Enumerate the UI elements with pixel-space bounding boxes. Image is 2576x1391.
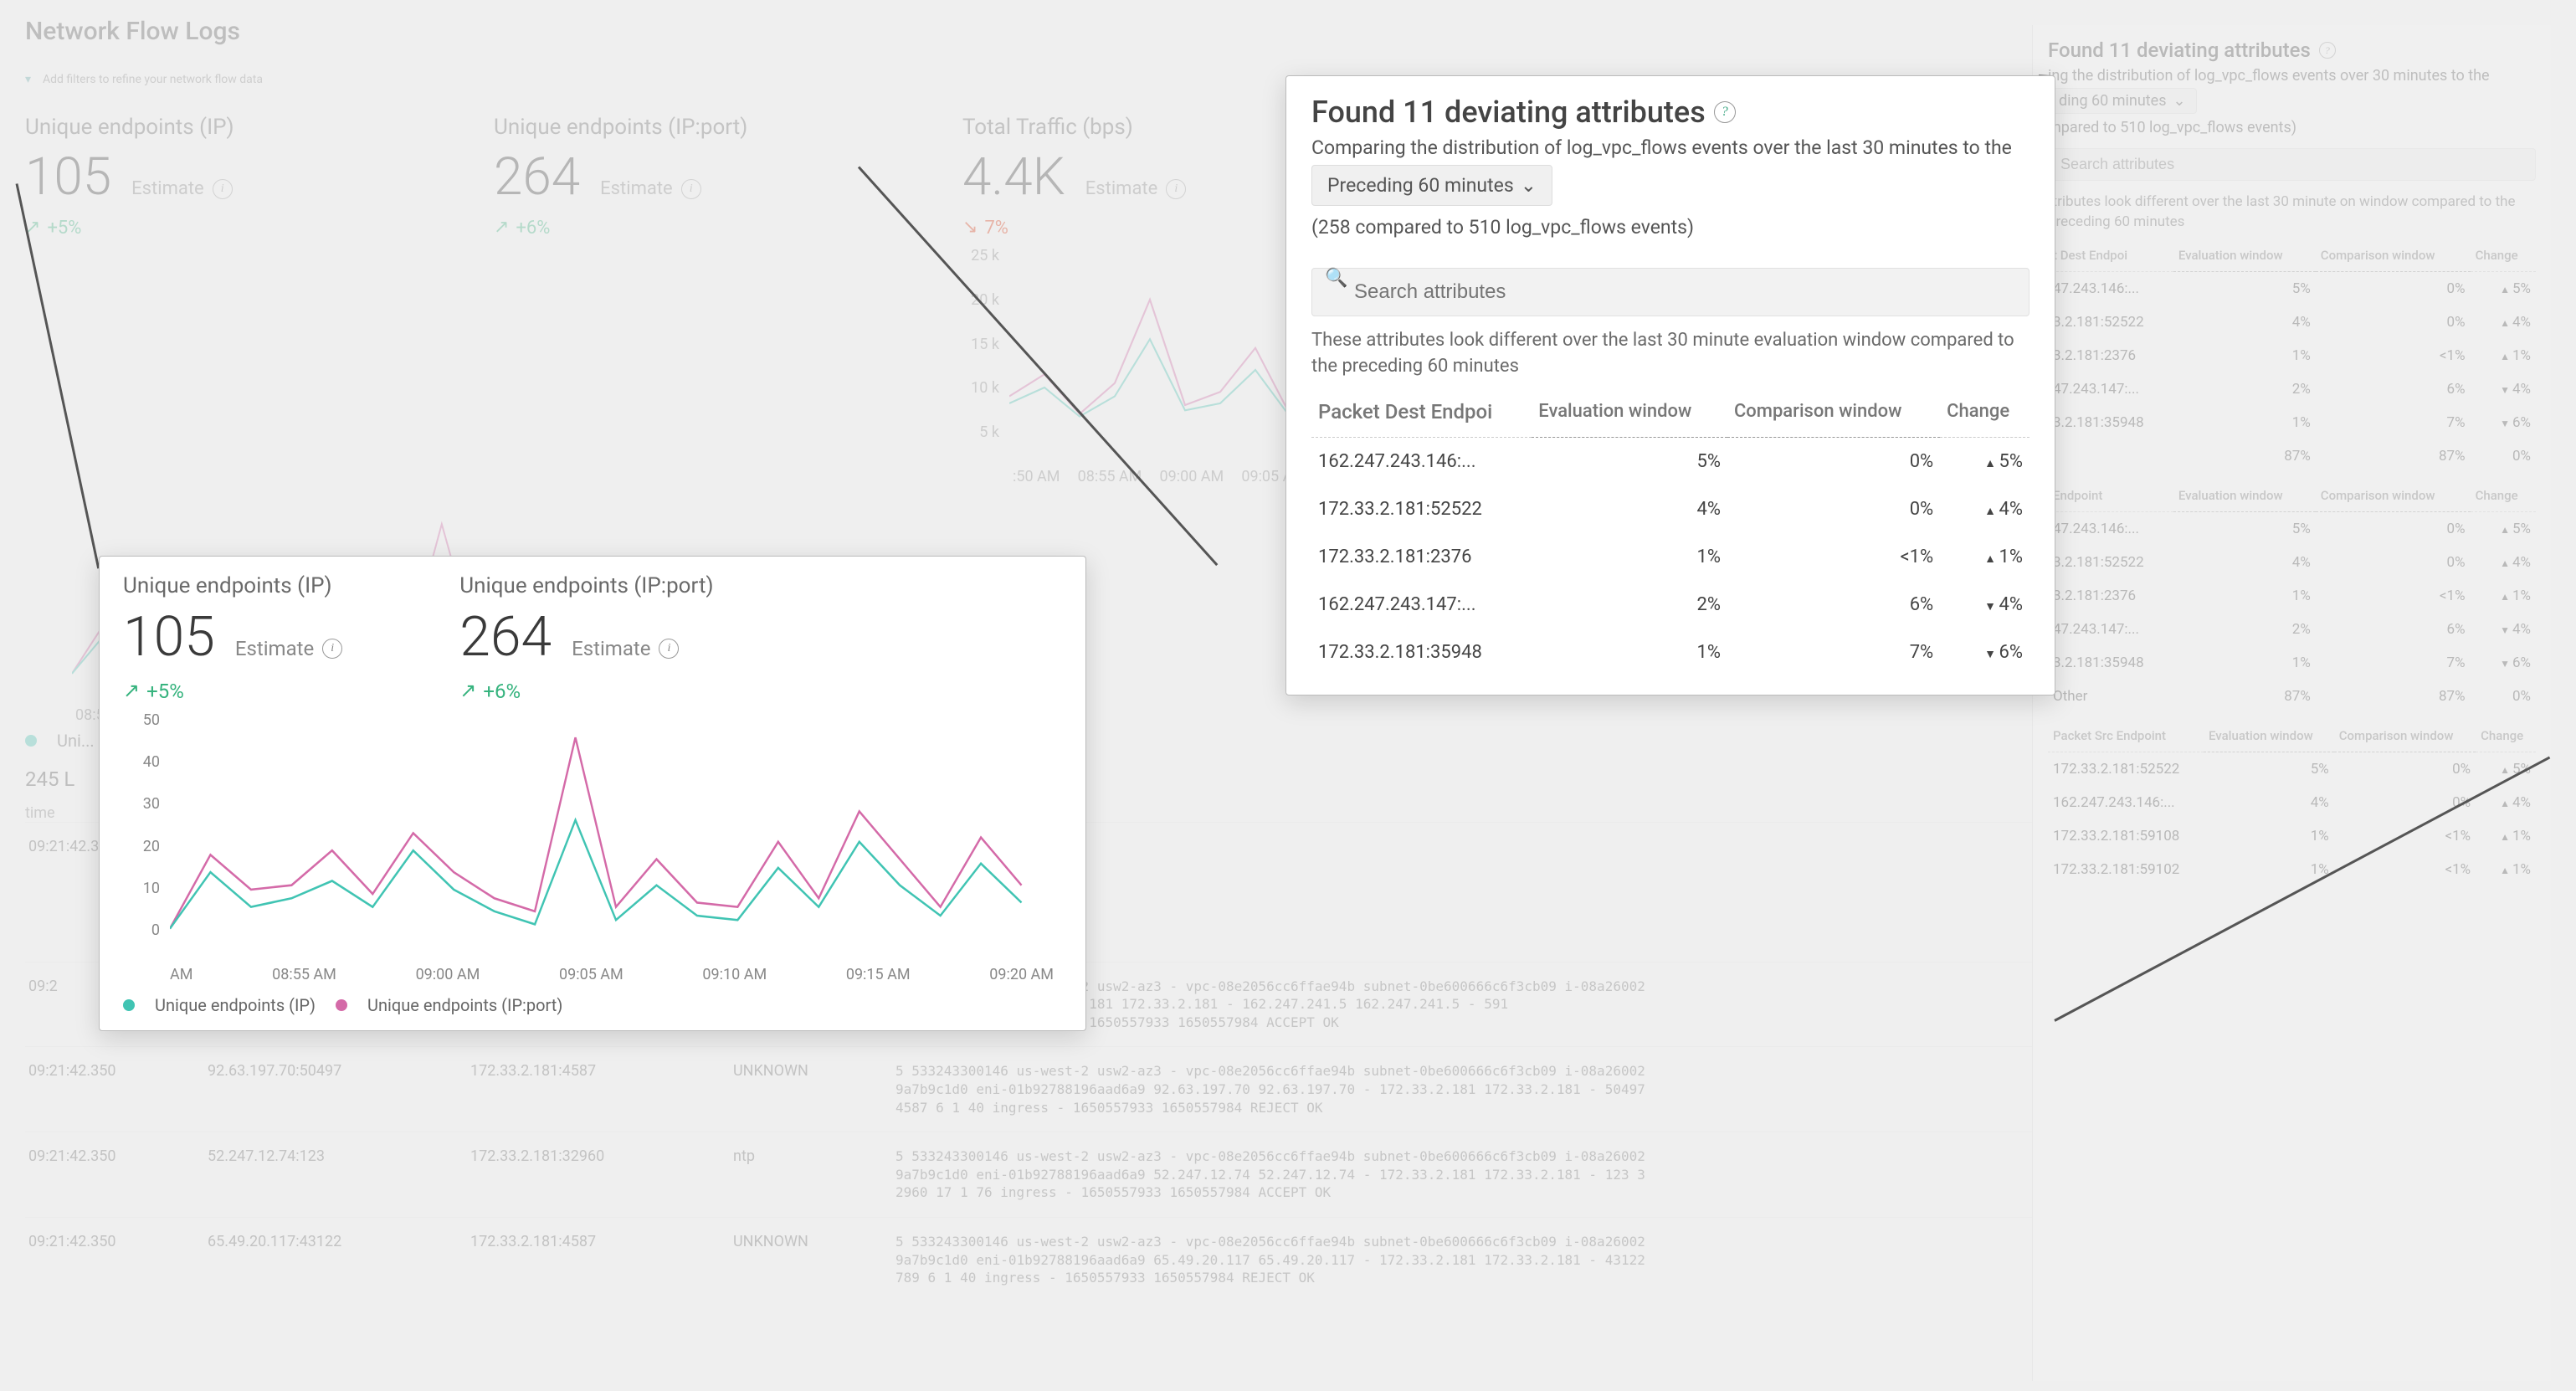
help-icon[interactable]: ? xyxy=(2319,42,2336,59)
y-axis: 25 k 20 k 15 k 10 k 5 k xyxy=(962,247,1004,441)
table-row[interactable]: 172.33.2.181:525224%0%4% xyxy=(1311,485,2029,533)
attr-table-dest: Packet Dest Endpoi Evaluation window Com… xyxy=(1311,387,2029,676)
info-icon[interactable]: i xyxy=(322,639,342,659)
callout-deviating-zoom: Found 11 deviating attributes ? Comparin… xyxy=(1285,75,2055,696)
kpi-label: Unique endpoints (IP:port) xyxy=(459,573,713,598)
info-icon[interactable]: i xyxy=(1166,179,1186,199)
table-row[interactable]: 87%87%0% xyxy=(2048,439,2536,473)
attr-table-dest-1: t Dest Endpoi Evaluation window Comparis… xyxy=(2048,239,2536,473)
attr-table-dest-2: Endpoint Evaluation window Comparison wi… xyxy=(2048,480,2536,713)
arrow-up-icon: ↗ xyxy=(123,679,140,702)
table-row[interactable]: Other87%87%0% xyxy=(2048,680,2536,713)
endpoints-chart-zoom xyxy=(170,711,1062,937)
filter-placeholder: Add filters to refine your network flow … xyxy=(43,73,263,86)
table-row[interactable]: 47.243.147:...2%6%4% xyxy=(2048,613,2536,646)
legend-label: Unique endpoints (IP) xyxy=(155,995,316,1015)
events-count: mpared to 510 log_vpc_flows events) xyxy=(2048,119,2536,136)
kpi-value: 264 xyxy=(459,605,552,670)
kpi-estimate-label: Estimate xyxy=(1085,178,1158,199)
search-attributes-input[interactable] xyxy=(1311,268,2029,316)
table-row[interactable]: 172.33.2.181:591081%<1%1% xyxy=(2048,819,2536,853)
table-row[interactable]: 47.243.146:...5%0%5% xyxy=(2048,511,2536,546)
kpi-value: 264 xyxy=(494,146,580,208)
table-row[interactable]: 47.243.147:...2%6%4% xyxy=(2048,372,2536,406)
deviating-title: Found 11 deviating attributes xyxy=(1311,95,1706,130)
table-row[interactable]: 162.247.243.147:...2%6%4% xyxy=(1311,581,2029,629)
table-row[interactable]: 172.33.2.181:23761%<1%1% xyxy=(1311,533,2029,581)
table-row[interactable]: 47.243.146:...5%0%5% xyxy=(2048,271,2536,305)
deviating-note: These attributes look different over the… xyxy=(1311,328,2029,380)
kpi-value: 4.4K xyxy=(962,146,1065,208)
deviating-title: Found 11 deviating attributes xyxy=(2048,38,2311,62)
table-row[interactable]: 172.33.2.181:525225%0%5% xyxy=(2048,752,2536,786)
chevron-down-icon: ⌄ xyxy=(1521,174,1537,197)
compare-window-dropdown[interactable]: Preceding 60 minutes ⌄ xyxy=(1311,165,1552,206)
table-row[interactable]: 3.2.181:23761%<1%1% xyxy=(2048,579,2536,613)
table-row[interactable]: 172.33.2.181:359481%7%6% xyxy=(1311,629,2029,676)
table-row[interactable]: 172.33.2.181:591021%<1%1% xyxy=(2048,853,2536,886)
legend-label: Unique endpoints (IP:port) xyxy=(367,995,562,1015)
compare-text: ing the distribution of log_vpc_flows ev… xyxy=(2048,67,2536,85)
legend-dot-icon xyxy=(123,999,135,1011)
search-attributes-input[interactable] xyxy=(2048,148,2536,181)
arrow-down-icon: ↘ xyxy=(962,217,978,238)
kpi-unique-ip: Unique endpoints (IP) 105 Estimate i ↗ +… xyxy=(25,115,444,485)
info-icon[interactable]: i xyxy=(659,639,679,659)
deviating-note: ttributes look different over the last 3… xyxy=(2048,192,2536,233)
legend-dot-icon xyxy=(336,999,347,1011)
arrow-up-icon: ↗ xyxy=(459,679,476,702)
y-axis: 50 40 30 20 10 0 xyxy=(123,711,165,939)
info-icon[interactable]: i xyxy=(681,179,701,199)
deviating-panel: Found 11 deviating attributes ? ing the … xyxy=(2032,25,2551,1381)
search-icon: 🔍 xyxy=(1325,268,1347,289)
kpi-delta: ↗ +6% xyxy=(494,218,912,239)
table-row[interactable]: 162.247.243.146:...5%0%5% xyxy=(1311,437,2029,485)
kpi-unique-ipport: Unique endpoints (IP:port) 264 Estimate … xyxy=(494,115,912,485)
events-count: (258 compared to 510 log_vpc_flows event… xyxy=(1311,214,2029,241)
compare-window-dropdown[interactable]: ding 60 minutes ⌄ xyxy=(2048,88,2197,114)
table-row[interactable]: 3.2.181:23761%<1%1% xyxy=(2048,339,2536,372)
kpi-estimate-label: Estimate xyxy=(600,178,673,199)
kpi-value: 105 xyxy=(25,146,111,208)
callout-endpoints-zoom: Unique endpoints (IP) 105 Estimate i ↗ +… xyxy=(99,556,1086,1031)
table-row[interactable]: 3.2.181:525224%0%4% xyxy=(2048,546,2536,579)
kpi-estimate-label: Estimate xyxy=(131,178,204,199)
kpi-label: Unique endpoints (IP:port) xyxy=(494,115,912,140)
filter-icon: ▾ xyxy=(25,73,31,86)
table-row[interactable]: 3.2.181:359481%7%6% xyxy=(2048,646,2536,680)
compare-text: Comparing the distribution of log_vpc_fl… xyxy=(1311,135,2029,162)
legend-dot-icon xyxy=(25,735,37,747)
kpi-label: Unique endpoints (IP) xyxy=(25,115,444,140)
info-icon[interactable]: i xyxy=(213,179,233,199)
table-row[interactable]: 3.2.181:525224%0%4% xyxy=(2048,305,2536,339)
chevron-down-icon: ⌄ xyxy=(2173,92,2186,110)
kpi-delta: ↗ +5% xyxy=(25,218,444,239)
kpi-value: 105 xyxy=(123,605,215,670)
help-icon[interactable]: ? xyxy=(1714,101,1736,123)
table-row[interactable]: 3.2.181:359481%7%6% xyxy=(2048,406,2536,439)
arrow-up-icon: ↗ xyxy=(494,217,509,238)
kpi-label: Unique endpoints (IP) xyxy=(123,573,342,598)
